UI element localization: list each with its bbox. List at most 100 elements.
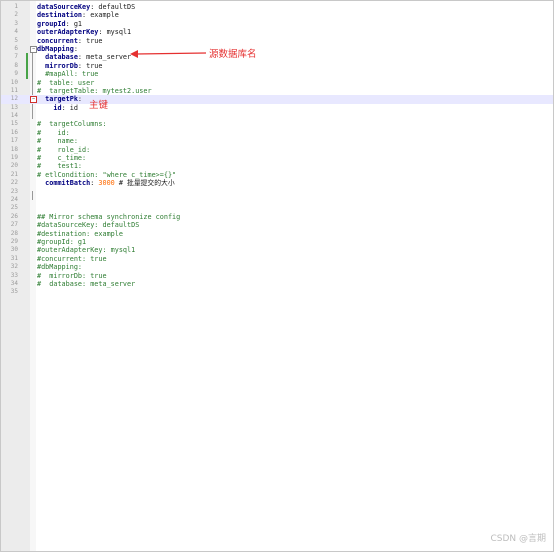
code-line[interactable]: 13 id: id [1, 104, 553, 112]
code-token: id [37, 103, 62, 112]
code-token: # targetColumns: [37, 120, 107, 129]
line-number: 30 [10, 246, 18, 254]
code-text: ## Mirror schema synchronize config [37, 213, 180, 221]
code-line[interactable]: 27 #dataSourceKey: defaultDS [1, 221, 553, 229]
code-token: : [73, 44, 78, 53]
code-token: # etlCondition: "where c_time>={}" [37, 170, 177, 179]
code-line[interactable]: 9 #mapAll: true [1, 70, 553, 79]
code-line[interactable]: 1 dataSourceKey: defaultDS [1, 3, 553, 11]
code-text: # id: [37, 129, 70, 137]
code-line[interactable]: 34 # database: meta_server [1, 280, 553, 288]
code-line[interactable]: 23 [1, 188, 553, 196]
code-line[interactable]: 29 #groupId: g1 [1, 238, 553, 246]
code-token: dataSourceKey [37, 3, 91, 11]
code-token: #dataSourceKey: defaultDS [37, 221, 140, 230]
code-line[interactable]: 8 mirrorDb: true [1, 61, 553, 71]
code-line[interactable]: 14 [1, 112, 553, 120]
line-number: 35 [10, 288, 18, 296]
code-token: #destination: example [37, 229, 123, 238]
line-number: 3 [14, 19, 18, 27]
code-token: # targetTable: mytest2.user [37, 86, 152, 95]
code-line[interactable]: 26 ## Mirror schema synchronize config [1, 213, 553, 221]
line-number: 17 [10, 137, 18, 145]
code-line[interactable]: 19 # c_time: [1, 154, 553, 162]
code-token: : defaultDS [90, 3, 136, 11]
fold-toggle-icon[interactable]: − [30, 96, 37, 104]
code-text: commitBatch: 3000 # 批量提交的大小 [37, 179, 175, 188]
code-token: ## Mirror schema synchronize config [37, 212, 181, 221]
code-text: # mirrorDb: true [37, 272, 107, 280]
code-token: # name: [37, 137, 78, 146]
code-line[interactable]: 5 concurrent: true [1, 37, 553, 45]
code-line[interactable]: 18 # role_id: [1, 146, 553, 154]
code-token: # mirrorDb: true [37, 271, 107, 280]
line-number: 19 [10, 154, 18, 162]
code-line[interactable]: 16 # id: [1, 129, 553, 137]
line-number: 21 [10, 170, 18, 178]
code-text: #dbMapping: [37, 263, 82, 271]
code-token: : id [61, 103, 78, 112]
code-line[interactable]: 25 [1, 204, 553, 212]
code-token: # test1: [37, 162, 83, 171]
code-line[interactable]: 21 # etlCondition: "where c_time>={}" [1, 171, 553, 179]
code-text: targetPk: [37, 95, 82, 103]
code-line[interactable]: 20 # test1: [1, 162, 553, 170]
code-line[interactable]: 2 destination: example [1, 11, 553, 19]
code-line[interactable]: 28 #destination: example [1, 230, 553, 238]
line-number: 24 [10, 195, 18, 203]
line-number: 25 [10, 204, 18, 212]
code-line[interactable]: 17 # name: [1, 137, 553, 145]
code-token: # role_id: [37, 145, 91, 154]
code-token: : true [77, 61, 103, 70]
line-number: 6 [14, 44, 18, 52]
code-line[interactable]: 31 #concurrent: true [1, 255, 553, 263]
line-number: 5 [14, 36, 18, 44]
code-text: #dataSourceKey: defaultDS [37, 221, 139, 229]
code-line[interactable]: 24 [1, 196, 553, 204]
line-number: 2 [14, 11, 18, 19]
code-line[interactable]: 30 #outerAdapterKey: mysql1 [1, 246, 553, 254]
line-number: 16 [10, 128, 18, 136]
code-text: groupId: g1 [37, 20, 82, 28]
code-token: # c_time: [37, 154, 87, 163]
code-line[interactable]: 3 groupId: g1 [1, 20, 553, 28]
code-line[interactable]: 4 outerAdapterKey: mysql1 [1, 28, 553, 36]
code-text: id: id [37, 104, 78, 112]
code-text: mirrorDb: true [37, 62, 102, 70]
code-token: outerAdapterKey [37, 28, 99, 37]
code-token: : example [82, 11, 119, 20]
code-line[interactable]: 11 # targetTable: mytest2.user [1, 87, 553, 95]
code-token: mirrorDb [37, 61, 78, 70]
fold-toggle-icon[interactable]: − [30, 45, 37, 53]
database-annotation: 源数据库名 [209, 49, 257, 60]
code-token: commitBatch [37, 179, 91, 188]
code-line[interactable]: 22 commitBatch: 3000 # 批量提交的大小 [1, 179, 553, 187]
change-marker [26, 53, 28, 62]
code-line[interactable]: 7 database: meta_server [1, 53, 553, 62]
line-number: 22 [10, 179, 18, 187]
code-line[interactable]: 35 [1, 288, 553, 296]
primary-key-annotation: 主键 [89, 100, 109, 111]
code-token: # 批量提交的大小 [114, 179, 175, 188]
line-number: 15 [10, 120, 18, 128]
code-line[interactable]: 10 # table: user [1, 79, 553, 87]
code-line[interactable]: 6 − dbMapping: [1, 45, 553, 53]
line-number: 11 [10, 86, 18, 94]
code-area[interactable]: 1 dataSourceKey: defaultDS 2 destination: e… [1, 3, 553, 297]
code-token: #concurrent: true [37, 254, 107, 263]
code-token: groupId [37, 19, 66, 28]
code-token: # table: user [37, 78, 95, 87]
code-token: : mysql1 [98, 28, 132, 37]
change-marker [26, 61, 28, 71]
code-line[interactable]: 12 − targetPk: [1, 95, 553, 104]
code-text: # table: user [37, 79, 94, 87]
code-line[interactable]: 32 #dbMapping: [1, 263, 553, 271]
code-line[interactable]: 33 # mirrorDb: true [1, 272, 553, 280]
code-line[interactable]: 15 # targetColumns: [1, 120, 553, 128]
code-token: : g1 [65, 19, 83, 28]
change-marker [26, 70, 28, 79]
line-number: 20 [10, 162, 18, 170]
line-number: 1 [14, 3, 18, 10]
line-number: 4 [14, 28, 18, 36]
code-token: dbMapping [37, 44, 74, 53]
